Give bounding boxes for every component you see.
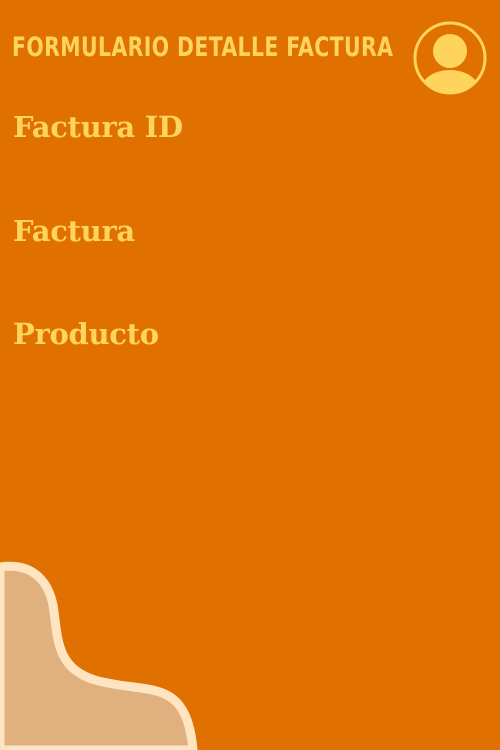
field-label-producto: Producto xyxy=(13,317,159,351)
field-label-factura: Factura xyxy=(13,214,135,248)
user-avatar-icon xyxy=(413,21,487,95)
field-label-factura-id: Factura ID xyxy=(13,110,183,144)
page-title: Formulario Detalle Factura xyxy=(12,32,394,63)
user-avatar[interactable] xyxy=(413,21,487,95)
wave-decoration xyxy=(0,561,198,750)
